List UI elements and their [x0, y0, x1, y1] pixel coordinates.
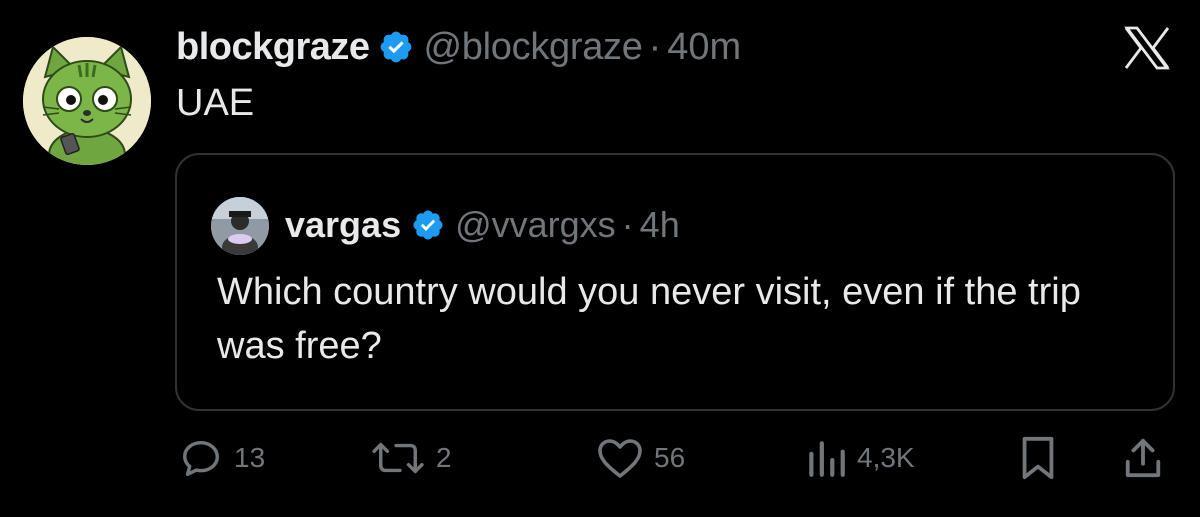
like-button[interactable]: 56: [596, 430, 685, 486]
views-button[interactable]: 4,3K: [805, 430, 915, 486]
share-button[interactable]: [1122, 430, 1164, 486]
quoted-author-handle[interactable]: @vvargxs: [455, 204, 616, 246]
quoted-timestamp[interactable]: 4h: [640, 204, 680, 246]
verified-badge-icon: [380, 31, 411, 63]
reply-count: 13: [234, 442, 266, 473]
reply-icon: [182, 440, 220, 477]
timestamp[interactable]: 40m: [667, 26, 741, 69]
verified-badge-icon: [413, 210, 443, 240]
quoted-tweet-card[interactable]: vargas @vvargxs · 4h Which country would…: [175, 153, 1175, 411]
separator-dot: ·: [621, 204, 634, 245]
repost-icon: [372, 442, 424, 474]
author-avatar[interactable]: [23, 37, 151, 165]
like-count: 56: [654, 442, 686, 473]
heart-icon: [598, 439, 642, 478]
repost-button[interactable]: 2: [370, 430, 452, 486]
author-name[interactable]: blockgraze: [176, 26, 370, 69]
share-icon: [1125, 438, 1161, 478]
views-chart-icon: [809, 441, 845, 477]
quoted-tweet-text: Which country would you never visit, eve…: [217, 271, 1081, 367]
repost-count: 2: [436, 442, 452, 473]
views-count: 4,3K: [857, 442, 915, 473]
author-handle[interactable]: @blockgraze: [424, 26, 643, 69]
reply-button[interactable]: 13: [178, 430, 265, 486]
separator-dot: ·: [648, 25, 662, 68]
x-logo-icon[interactable]: [1122, 26, 1172, 70]
quoted-author-name[interactable]: vargas: [285, 204, 401, 246]
quoted-author-avatar[interactable]: [211, 197, 269, 255]
action-bar: 13 2 56 4,3K: [0, 430, 1200, 486]
quoted-tweet-header: vargas @vvargxs · 4h: [285, 199, 680, 251]
bookmark-icon: [1022, 436, 1054, 480]
tweet-text: UAE: [176, 82, 255, 124]
bookmark-button[interactable]: [1018, 430, 1058, 486]
tweet-header: blockgraze @blockgraze · 40m: [176, 22, 741, 72]
